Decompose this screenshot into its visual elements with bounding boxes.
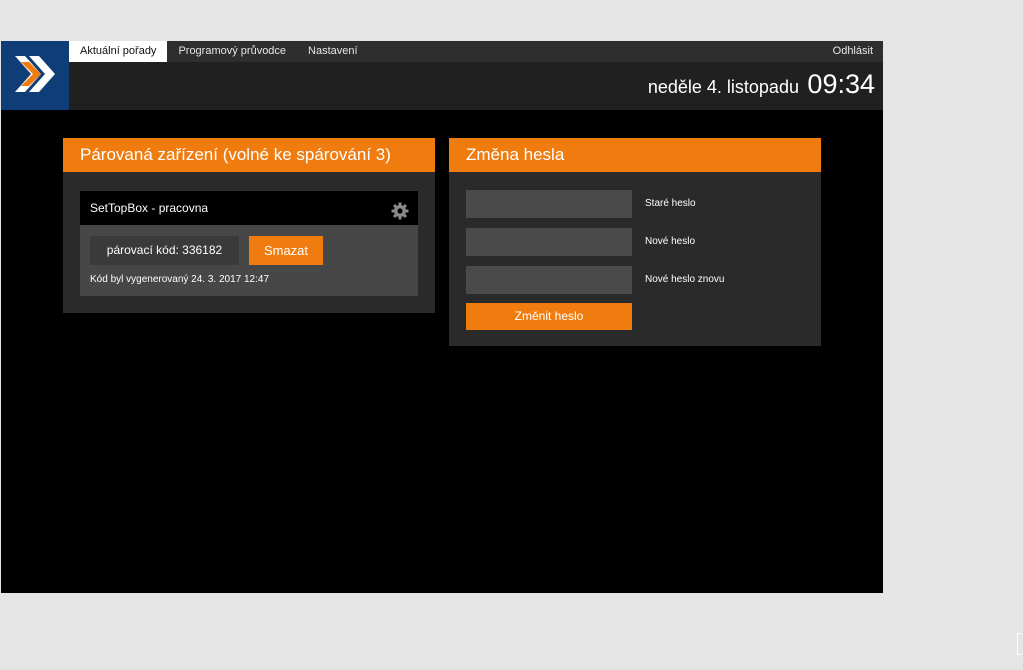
app-logo[interactable] [1, 41, 69, 110]
logout-link[interactable]: Odhlásit [833, 41, 873, 62]
window-edge-handle [1017, 633, 1021, 655]
change-password-button[interactable]: Změnit heslo [466, 303, 632, 330]
old-password-label: Staré heslo [645, 198, 696, 209]
gear-icon[interactable] [391, 199, 409, 233]
confirm-password-field[interactable] [466, 266, 632, 294]
old-password-field[interactable] [466, 190, 632, 218]
device-header: SetTopBox - pracovna [80, 191, 418, 225]
double-chevron-right-icon [15, 56, 55, 92]
new-password-field[interactable] [466, 228, 632, 256]
tab-program-guide[interactable]: Programový průvodce [167, 41, 297, 62]
device-name: SetTopBox - pracovna [90, 201, 209, 215]
device-card: SetTopBox - pracovna párovací kód: 33618… [80, 191, 418, 296]
date-time-display: neděle 4. listopadu 09:34 [648, 69, 875, 100]
confirm-password-label: Nové heslo znovu [645, 274, 725, 285]
change-password-panel: Změna hesla Staré heslo Nové heslo Nové … [449, 138, 821, 346]
change-password-title: Změna hesla [449, 138, 821, 172]
tab-settings[interactable]: Nastavení [297, 41, 369, 62]
current-date: neděle 4. listopadu [647, 77, 799, 97]
code-generated-note: Kód byl vygenerovaný 24. 3. 2017 12:47 [90, 274, 270, 285]
header-bar: neděle 4. listopadu 09:34 [1, 62, 883, 110]
delete-button[interactable]: Smazat [249, 236, 323, 265]
paired-devices-title: Párovaná zařízení (volné ke spárování 3) [63, 138, 435, 172]
tab-current-shows[interactable]: Aktuální pořady [69, 41, 168, 62]
current-time: 09:34 [807, 69, 875, 99]
paired-devices-panel: Párovaná zařízení (volné ke spárování 3)… [63, 138, 435, 313]
main-tabs: Aktuální pořady Programový průvodce Nast… [69, 41, 369, 62]
pairing-code: párovací kód: 336182 [90, 236, 239, 265]
new-password-label: Nové heslo [645, 236, 696, 247]
app-window: Aktuální pořady Programový průvodce Nast… [1, 41, 883, 593]
